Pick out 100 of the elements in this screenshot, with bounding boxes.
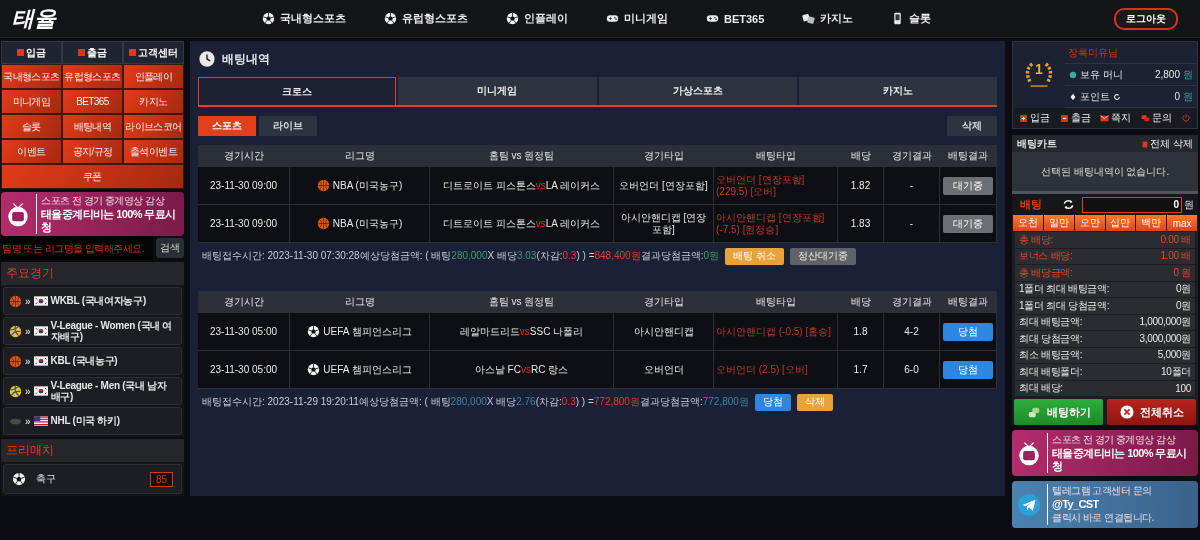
column-header: 경기결과: [884, 291, 940, 312]
cancel-all-button[interactable]: 전체취소: [1107, 399, 1196, 425]
tv-icon: [1016, 440, 1042, 466]
search-button[interactable]: 검색: [156, 238, 184, 258]
league-name: V-League - Women (국내 여자배구): [50, 319, 174, 343]
menu-button[interactable]: 미니게임: [1, 89, 62, 114]
quick-button[interactable]: 출금: [62, 41, 123, 64]
stat-value: 5,000원: [1157, 348, 1191, 363]
place-bet-button[interactable]: 배팅하기: [1014, 399, 1103, 425]
swap-icon[interactable]: [1062, 198, 1075, 211]
nav-link[interactable]: BET365: [706, 11, 765, 26]
quick-button[interactable]: 고객센터: [123, 41, 184, 64]
banner-note: 클릭시 바로 연결됩니다.: [1052, 510, 1154, 525]
power-icon[interactable]: [1181, 113, 1191, 123]
table-cell: 아시안핸디캡 [연장포함]: [614, 205, 714, 242]
menu-button[interactable]: BET365: [62, 89, 123, 114]
account-link[interactable]: 쪽지: [1100, 111, 1131, 125]
sport-item[interactable]: 축구 85: [3, 464, 182, 494]
table-cell: 1.82: [838, 167, 884, 204]
menu-button[interactable]: 인플레이: [123, 64, 184, 89]
tv-banner[interactable]: 스포츠 전 경기 중계영상 감상 태율중계티비는 100% 무료시청: [1, 192, 184, 236]
column-header: 리그명: [290, 145, 430, 166]
delete-button[interactable]: 삭제: [947, 116, 997, 136]
point-value: 0: [1174, 91, 1180, 102]
nav-link[interactable]: 카지노: [802, 11, 854, 26]
nav-link[interactable]: 국내형스포츠: [262, 11, 346, 26]
menu-button[interactable]: 출석이벤트: [123, 139, 184, 164]
stat-value: 0원: [1176, 282, 1191, 297]
filter-tab[interactable]: 라이브: [259, 116, 317, 136]
account-link[interactable]: 문의: [1140, 111, 1172, 125]
menu-button[interactable]: 배팅내역: [62, 114, 123, 139]
nav-link[interactable]: 인플레이: [506, 11, 568, 26]
account-link[interactable]: 입금: [1019, 111, 1050, 125]
menu-button[interactable]: 국내형스포츠: [1, 64, 62, 89]
site-logo[interactable]: 태율: [12, 3, 242, 34]
account-link[interactable]: 출금: [1059, 111, 1091, 125]
refresh-icon[interactable]: [1113, 92, 1121, 101]
logout-button[interactable]: 로그아웃: [1114, 7, 1178, 30]
stat-value: 1,000,000원: [1139, 315, 1191, 330]
table-cell: 6-0: [884, 351, 940, 388]
close-icon: [1119, 405, 1134, 419]
stake-label: 배팅: [1020, 197, 1043, 212]
page-title: 배팅내역: [222, 50, 270, 68]
status-button[interactable]: 당첨: [943, 360, 993, 379]
table-cell: -: [884, 167, 940, 204]
tab[interactable]: 크로스: [198, 77, 397, 105]
stake-field[interactable]: 0: [1082, 196, 1182, 213]
tv-banner[interactable]: 스포츠 전 경기 중계영상 감상 태율중계티비는 100% 무료시청: [1012, 430, 1198, 476]
filter-tab[interactable]: 스포츠: [198, 116, 256, 136]
league-item[interactable]: » V-League - Men (국내 남자 배구): [3, 377, 182, 405]
status-button[interactable]: 대기중: [943, 214, 993, 233]
chevron-icon: »: [25, 415, 31, 427]
league-item[interactable]: » NHL (미국 하키): [3, 407, 182, 435]
menu-button[interactable]: 공지/규정: [62, 139, 123, 164]
chevron-icon: »: [25, 325, 31, 337]
search-field[interactable]: 팀명 또는 리그명을 입력해주세요.: [1, 236, 153, 260]
league-item[interactable]: » V-League - Women (국내 여자배구): [3, 317, 182, 345]
stat-label: 최대 배팅금액:: [1019, 315, 1083, 330]
menu-button[interactable]: 슬롯: [1, 114, 62, 139]
stat-value: 100: [1175, 382, 1191, 394]
rank-number: 1: [1035, 61, 1043, 77]
stat-label: 최대 당첨금액:: [1019, 331, 1083, 346]
menu-button[interactable]: 이벤트: [1, 139, 62, 164]
count-badge: 85: [149, 471, 173, 487]
diamond-icon: [1069, 92, 1077, 101]
nav-link[interactable]: 미니게임: [606, 11, 668, 26]
league-item[interactable]: » KBL (국내농구): [3, 347, 182, 375]
status-button[interactable]: 대기중: [943, 176, 993, 195]
nav-link[interactable]: 슬롯: [891, 11, 932, 26]
menu-button[interactable]: 유럽형스포츠: [62, 64, 123, 89]
nav-link[interactable]: 유럽형스포츠: [384, 11, 468, 26]
telegram-banner[interactable]: 텔레그램 고객센터 문의 @Ty_CST 클릭시 바로 연결됩니다.: [1012, 481, 1198, 528]
column-header: 경기시간: [198, 291, 290, 312]
quick-button[interactable]: 입금: [1, 41, 62, 64]
table-cell: -: [884, 205, 940, 242]
tab[interactable]: 미니게임: [398, 77, 597, 105]
stat-label: 1폴더 최대 배팅금액:: [1019, 282, 1110, 297]
stat-value: 0원: [1176, 298, 1191, 313]
column-header: 배당: [838, 291, 884, 312]
column-header: 배당: [838, 145, 884, 166]
tab[interactable]: 카지노: [798, 77, 997, 105]
league-name: UEFA 챔피언스리그: [323, 325, 412, 338]
square-icon: [129, 49, 136, 56]
league-item[interactable]: » WKBL (국내여자농구): [3, 287, 182, 315]
menu-button[interactable]: 라이브스코어: [123, 114, 184, 139]
menu-button[interactable]: 카지노: [123, 89, 184, 114]
paper-plane-icon: [1016, 491, 1042, 518]
stat-value: 1.00 배: [1160, 249, 1191, 264]
table-cell: 오버언더: [614, 351, 714, 388]
unit-label: 원: [1183, 67, 1193, 82]
status-button[interactable]: 당첨: [943, 322, 993, 341]
point-label: 포인트: [1080, 89, 1110, 104]
column-header: 홈팀 vs 원정팀: [430, 291, 614, 312]
column-header: 경기타입: [614, 291, 714, 312]
action-button[interactable]: 정산대기중: [789, 247, 856, 265]
action-button[interactable]: 당첨: [754, 393, 791, 411]
menu-button[interactable]: 쿠폰: [1, 164, 184, 189]
clear-all-link[interactable]: 전체 삭제: [1142, 136, 1193, 151]
stat-label: 보너스 배당:: [1019, 249, 1073, 264]
tab[interactable]: 가상스포츠: [598, 77, 797, 105]
